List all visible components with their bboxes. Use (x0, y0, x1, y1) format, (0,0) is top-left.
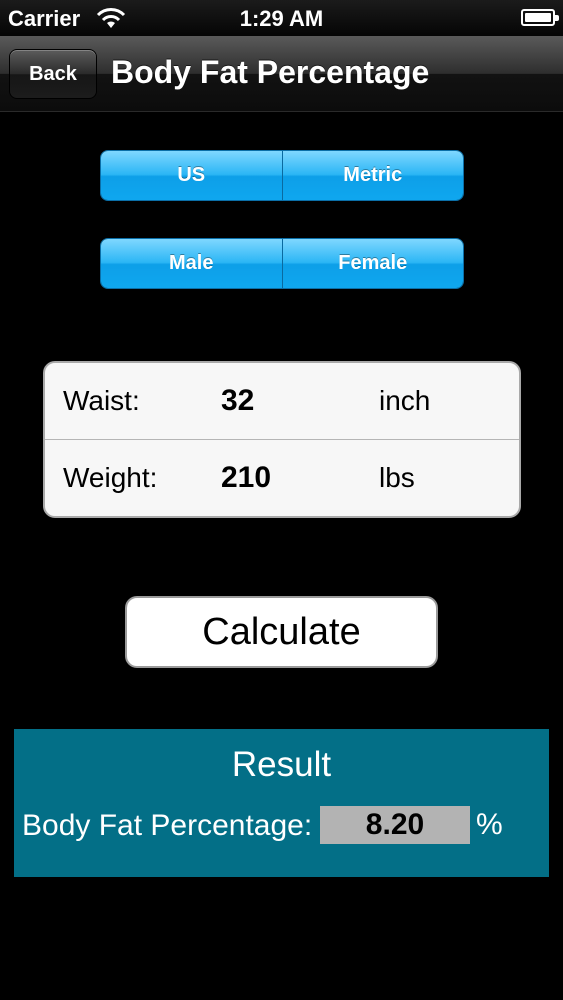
result-unit: % (476, 808, 503, 841)
app-screen: Carrier 1:29 AM Back Body Fat Percentage… (0, 0, 563, 1000)
segment-male[interactable]: Male (101, 239, 282, 288)
segment-female[interactable]: Female (281, 239, 463, 288)
result-value: 8.20 (320, 806, 470, 844)
result-label: Body Fat Percentage: (22, 809, 313, 842)
battery-icon (521, 9, 559, 26)
waist-row[interactable]: Waist: 32 inch (45, 363, 519, 440)
navigation-bar: Back Body Fat Percentage (0, 36, 563, 112)
result-title: Result (231, 745, 332, 784)
weight-value-field[interactable]: 210 (221, 461, 271, 495)
weight-row[interactable]: Weight: 210 lbs (45, 440, 519, 516)
back-button[interactable]: Back (9, 49, 97, 99)
waist-label: Waist: (63, 385, 140, 416)
calculate-button[interactable]: Calculate (125, 596, 438, 668)
unit-system-selector: US Metric (100, 150, 464, 201)
segment-metric[interactable]: Metric (281, 151, 463, 200)
gender-selector: Male Female (100, 238, 464, 289)
weight-label: Weight: (63, 462, 158, 493)
status-bar: Carrier 1:29 AM (0, 0, 563, 36)
result-panel: Result Body Fat Percentage: 8.20 % (14, 729, 549, 877)
segment-us[interactable]: US (101, 151, 282, 200)
measurement-card: Waist: 32 inch Weight: 210 lbs (43, 361, 521, 518)
page-title: Body Fat Percentage (111, 54, 430, 90)
waist-unit: inch (379, 385, 431, 416)
status-time: 1:29 AM (239, 6, 324, 31)
weight-unit: lbs (379, 462, 415, 493)
waist-value-field[interactable]: 32 (221, 384, 254, 418)
